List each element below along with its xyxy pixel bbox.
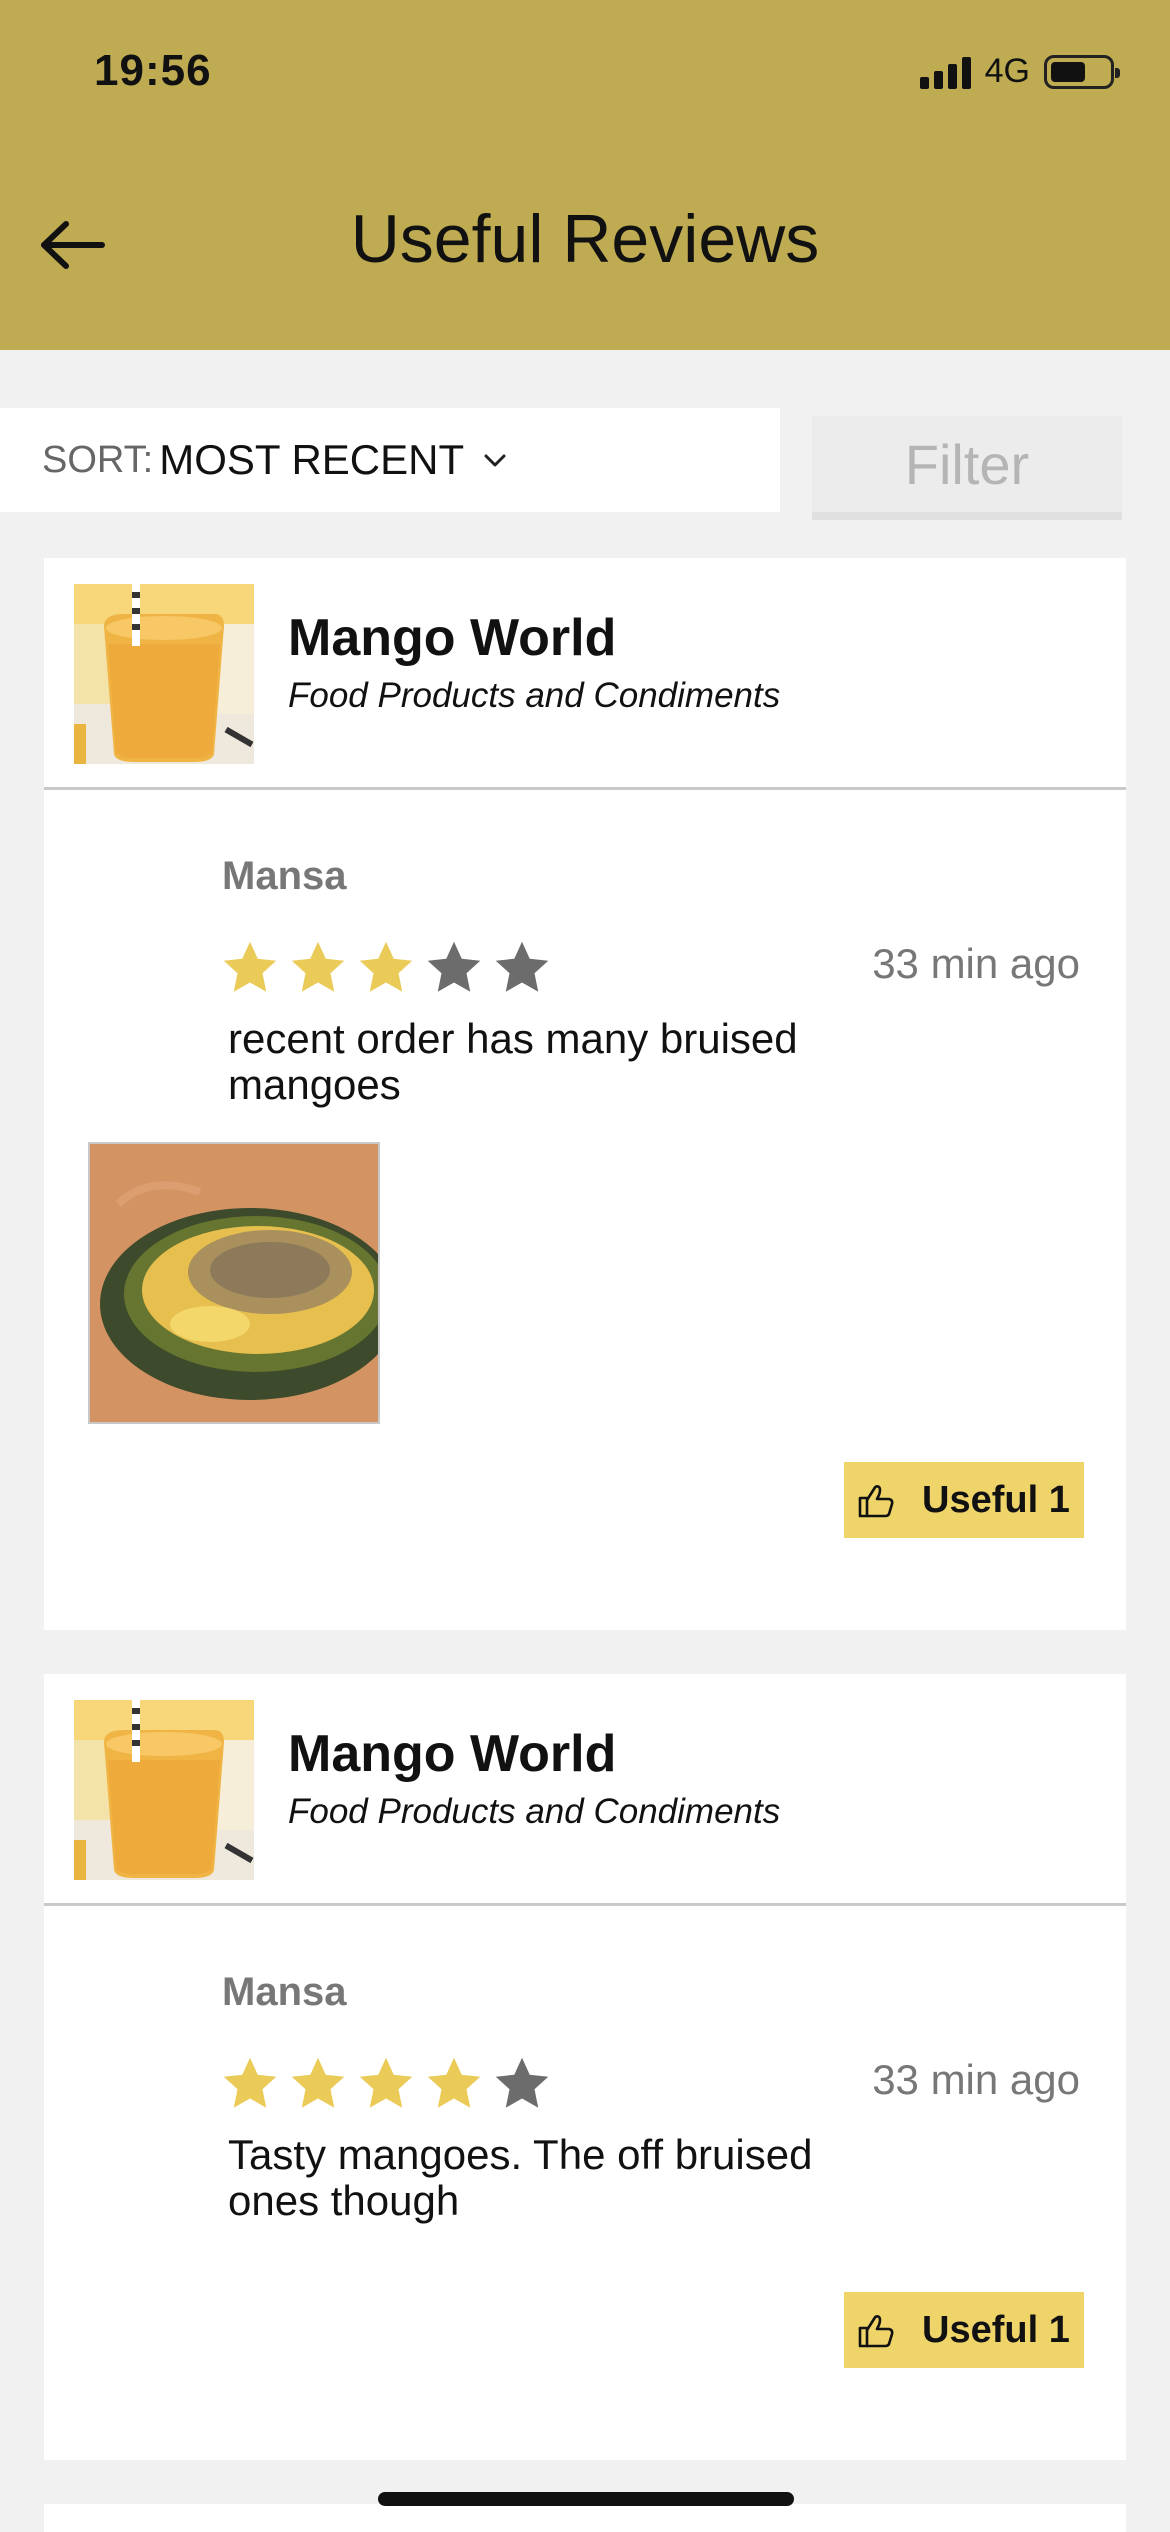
business-thumbnail[interactable] <box>74 584 254 764</box>
reviewer-name[interactable]: Mansa <box>222 1970 347 2015</box>
network-type: 4G <box>984 52 1030 90</box>
star-rating <box>220 2054 552 2114</box>
star-filled-icon <box>291 2057 345 2108</box>
star-filled-icon <box>291 941 345 992</box>
thumbs-up-icon <box>858 2315 894 2348</box>
star-empty-icon <box>495 2057 549 2108</box>
useful-count: Useful 1 <box>922 2308 1070 2351</box>
business-category: Food Products and Condiments <box>288 1792 781 1831</box>
star-empty-icon <box>427 941 481 992</box>
business-thumbnail[interactable] <box>74 1700 254 1880</box>
star-filled-icon <box>359 941 413 992</box>
battery-icon <box>1044 54 1120 89</box>
review-card: Mango World Food Products and Condiments… <box>44 1674 1126 2460</box>
review-card: Mango World Food Products and Condiments… <box>44 558 1126 1630</box>
sort-value: MOST RECENT <box>159 436 465 483</box>
app-header: 19:56 4G Useful Reviews <box>0 0 1170 350</box>
business-category: Food Products and Condiments <box>288 676 781 715</box>
filter-button[interactable]: Filter <box>812 416 1122 520</box>
useful-button[interactable]: Useful 1 <box>844 2292 1084 2368</box>
review-text: Tasty mangoes. The off bruised ones thou… <box>228 2131 813 2224</box>
status-time: 19:56 <box>94 46 212 95</box>
chevron-down-icon <box>484 454 506 467</box>
review-photo[interactable] <box>88 1142 380 1424</box>
review-text: recent order has many bruised mangoes <box>228 1015 798 1108</box>
star-filled-icon <box>359 2057 413 2108</box>
review-time: 33 min ago <box>872 940 1080 987</box>
thumbs-up-icon <box>858 1485 894 1518</box>
sort-dropdown[interactable]: SORT: MOST RECENT <box>0 408 780 512</box>
status-icons: 4G <box>919 52 1120 91</box>
review-card-partial <box>44 2504 1126 2532</box>
star-empty-icon <box>495 941 549 992</box>
signal-icon <box>919 55 971 89</box>
business-header[interactable]: Mango World Food Products and Condiments <box>44 1674 1126 1906</box>
sort-label: SORT: <box>42 438 154 481</box>
reviewer-name[interactable]: Mansa <box>222 854 347 899</box>
home-indicator[interactable] <box>378 2492 794 2506</box>
business-name[interactable]: Mango World <box>288 1724 616 1784</box>
review-time: 33 min ago <box>872 2056 1080 2103</box>
star-filled-icon <box>427 2057 481 2108</box>
star-filled-icon <box>223 2057 277 2108</box>
star-rating <box>220 938 552 998</box>
star-filled-icon <box>223 941 277 992</box>
page-title: Useful Reviews <box>350 201 820 277</box>
useful-count: Useful 1 <box>922 1478 1070 1521</box>
useful-button[interactable]: Useful 1 <box>844 1462 1084 1538</box>
business-name[interactable]: Mango World <box>288 608 616 668</box>
business-header[interactable]: Mango World Food Products and Condiments <box>44 558 1126 790</box>
